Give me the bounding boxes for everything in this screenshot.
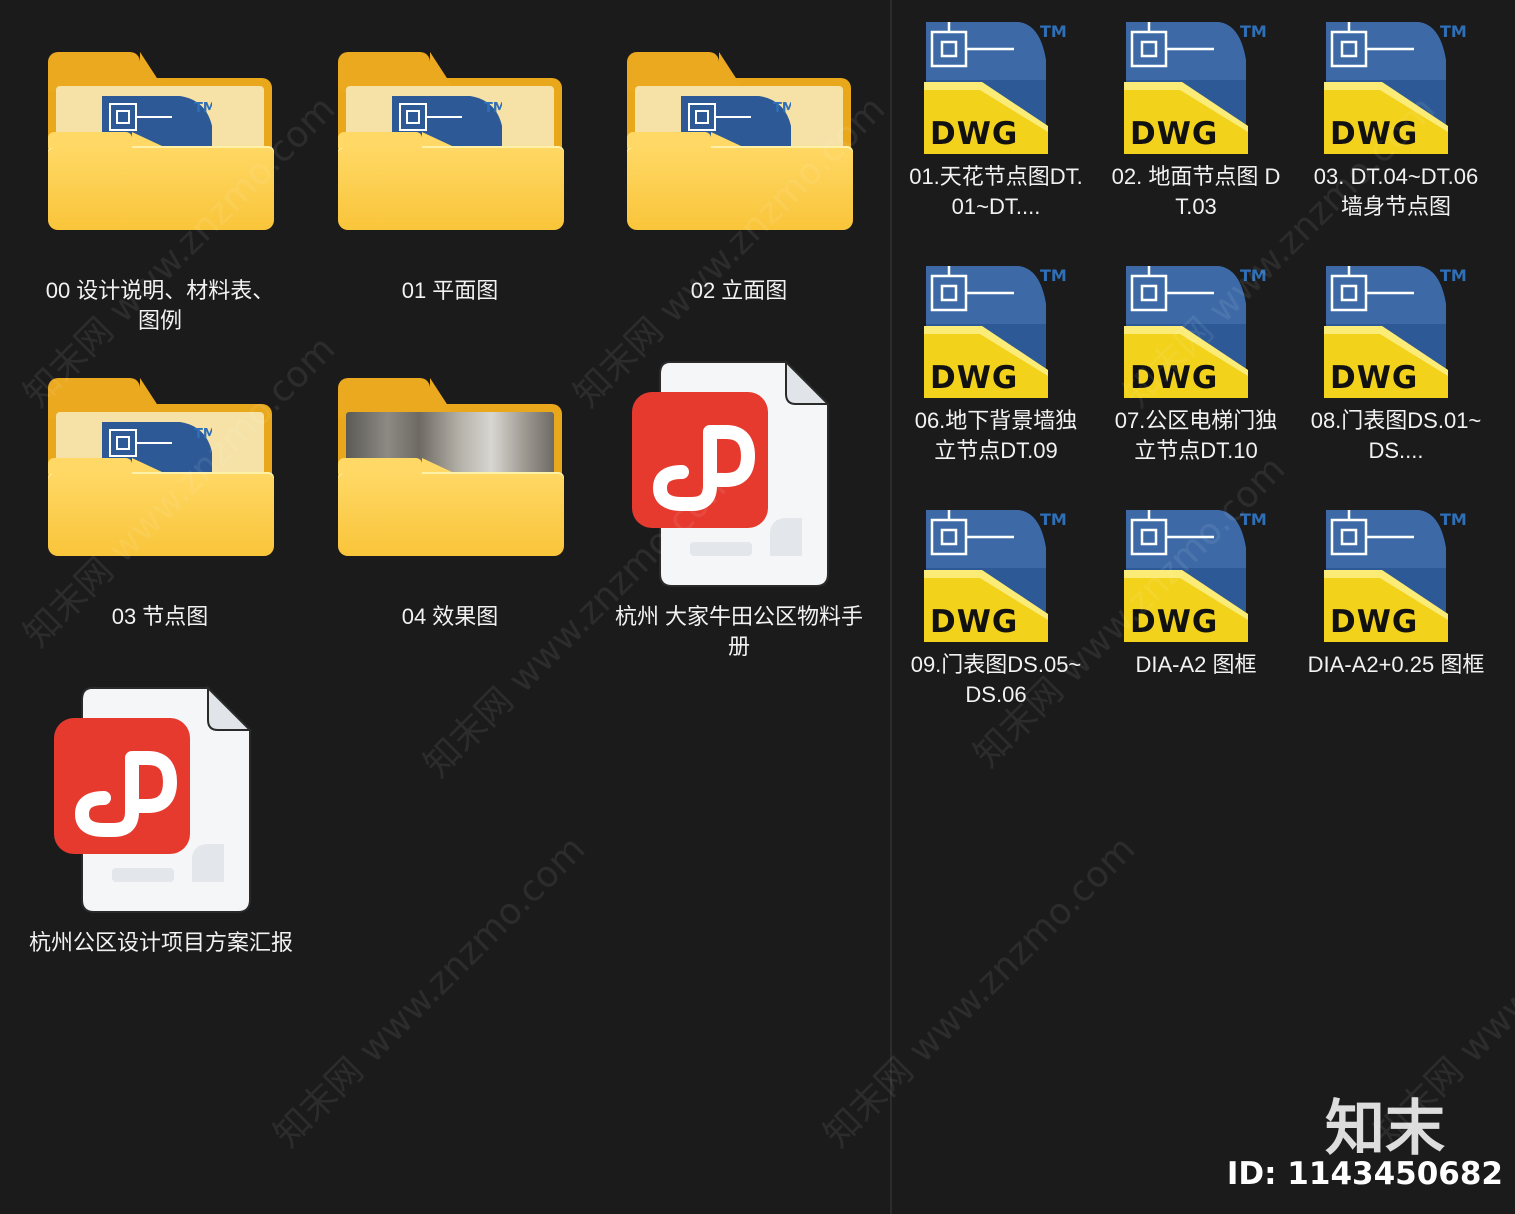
folder-item-04[interactable]: 04 效果图 — [330, 378, 570, 638]
trademark-text: TM — [1040, 510, 1067, 529]
dwg-file-item[interactable]: DWG TM DIA-A2 图框 — [1118, 508, 1274, 744]
folder-icon: TM — [338, 52, 564, 232]
folder-label: 01 平面图 — [401, 278, 499, 303]
dwg-badge-text: DWG — [1130, 604, 1219, 640]
dwg-icon: DWG TM — [1122, 20, 1272, 160]
pdf-icon — [632, 360, 830, 587]
dwg-label: 03. DT.04~DT.06墙身节点图 — [1313, 164, 1479, 219]
dwg-badge-text: DWG — [930, 360, 1019, 396]
dwg-label: 01.天花节点图DT.01~DT.... — [909, 164, 1083, 219]
trademark-text: TM — [1440, 510, 1467, 529]
pdf-file-item[interactable]: 杭州公区设计项目方案汇报 — [26, 686, 296, 996]
dwg-label: 02. 地面节点图 DT.03 — [1111, 164, 1281, 219]
dwg-label: DIA-A2+0.25 图框 — [1307, 652, 1485, 677]
folder-label: 04 效果图 — [401, 604, 499, 629]
watermark-logo: 知末 — [1325, 1094, 1445, 1164]
folder-item-01[interactable]: TM 01 平面图 — [330, 52, 570, 312]
dwg-badge-text: DWG — [1130, 360, 1219, 396]
dwg-badge-text: DWG — [930, 604, 1019, 640]
pdf-label: 杭州公区设计项目方案汇报 — [28, 930, 293, 955]
dwg-file-item[interactable]: DWG TM 01.天花节点图DT.01~DT.... — [909, 20, 1083, 256]
dwg-icon: DWG TM — [922, 508, 1072, 648]
dwg-icon: DWG TM — [922, 264, 1072, 404]
folder-icon: TM — [48, 378, 274, 558]
dwg-badge-text: DWG — [1330, 116, 1419, 152]
dwg-label: DIA-A2 图框 — [1135, 652, 1257, 677]
trademark-text: TM — [1240, 22, 1267, 41]
pdf-file-item[interactable]: 杭州 大家牛田公区物料手册 — [604, 360, 874, 670]
trademark-text: TM — [773, 101, 791, 116]
dwg-icon: DWG TM — [922, 20, 1072, 160]
folder-item-00[interactable]: TM 00 设计说明、材料表、图例 — [40, 52, 280, 342]
resource-id: ID: 1143450682 — [1226, 1156, 1503, 1192]
dwg-icon: DWG TM — [1122, 264, 1272, 404]
dwg-file-item[interactable]: DWG TM DIA-A2+0.25 图框 — [1308, 508, 1484, 744]
right-file-pane: DWG TM 01.天花节点图DT.01~DT.... DWG TM 02. 地… — [892, 0, 1515, 1214]
dwg-badge-text: DWG — [1130, 116, 1219, 152]
trademark-text: TM — [1440, 266, 1467, 285]
folder-label: 00 设计说明、材料表、图例 — [45, 278, 275, 333]
dwg-label: 09.门表图DS.05~DS.06 — [910, 652, 1082, 707]
folder-icon — [338, 378, 564, 558]
dwg-label: 07.公区电梯门独立节点DT.10 — [1114, 408, 1278, 463]
folder-icon: TM — [627, 52, 853, 232]
dwg-icon: DWG TM — [1322, 508, 1472, 648]
dwg-file-item[interactable]: DWG TM 09.门表图DS.05~DS.06 — [911, 508, 1081, 744]
trademark-text: TM — [1040, 22, 1067, 41]
dwg-badge-text: DWG — [1330, 604, 1419, 640]
dwg-label: 06.地下背景墙独立节点DT.09 — [914, 408, 1078, 463]
dwg-file-item[interactable]: DWG TM 06.地下背景墙独立节点DT.09 — [915, 264, 1077, 500]
dwg-badge-text: DWG — [1330, 360, 1419, 396]
folder-icon: TM — [48, 52, 274, 232]
dwg-badge-text: DWG — [930, 116, 1019, 152]
left-file-pane: TM 00 设计说明、材料表、图例 TM 01 平面图 TM 02 立面图 TM… — [0, 0, 890, 1214]
dwg-file-item[interactable]: DWG TM 07.公区电梯门独立节点DT.10 — [1115, 264, 1277, 500]
dwg-file-item[interactable]: DWG TM 08.门表图DS.01~DS.... — [1311, 264, 1481, 500]
pdf-label: 杭州 大家牛田公区物料手册 — [614, 604, 864, 659]
trademark-text: TM — [484, 101, 502, 116]
dwg-label: 08.门表图DS.01~DS.... — [1310, 408, 1482, 463]
pdf-icon — [54, 686, 252, 913]
dwg-file-item[interactable]: DWG TM 02. 地面节点图 DT.03 — [1112, 20, 1280, 256]
folder-item-02[interactable]: TM 02 立面图 — [619, 52, 859, 312]
folder-item-03[interactable]: TM 03 节点图 — [40, 378, 280, 638]
folder-label: 02 立面图 — [690, 278, 788, 303]
trademark-text: TM — [1240, 266, 1267, 285]
dwg-icon: DWG TM — [1322, 264, 1472, 404]
trademark-text: TM — [1240, 510, 1267, 529]
dwg-icon: DWG TM — [1122, 508, 1272, 648]
trademark-text: TM — [194, 427, 212, 442]
dwg-icon: DWG TM — [1322, 20, 1472, 160]
trademark-text: TM — [1440, 22, 1467, 41]
dwg-file-item[interactable]: DWG TM 03. DT.04~DT.06墙身节点图 — [1314, 20, 1478, 256]
trademark-text: TM — [194, 101, 212, 116]
trademark-text: TM — [1040, 266, 1067, 285]
folder-label: 03 节点图 — [111, 604, 209, 629]
